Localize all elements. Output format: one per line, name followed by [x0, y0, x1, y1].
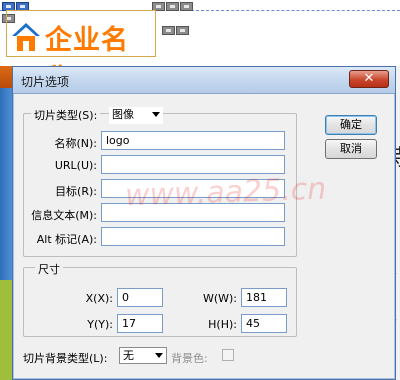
dialog-title: 切片选项	[21, 75, 70, 89]
message-field[interactable]	[101, 203, 285, 222]
chevron-down-icon	[152, 112, 160, 117]
h-label: H(H):	[208, 318, 237, 331]
name-field-value: logo	[106, 134, 130, 147]
chevron-down-icon	[155, 353, 163, 358]
bg-color-label: 背景色:	[171, 352, 208, 365]
close-button[interactable]: ✕	[349, 70, 389, 88]
slice-type-label: 切片类型(S):	[31, 107, 101, 123]
name-field[interactable]: logo	[101, 131, 285, 150]
y-field[interactable]: 17	[117, 314, 163, 333]
y-label: Y(Y):	[87, 318, 113, 331]
w-field[interactable]: 181	[241, 288, 287, 307]
size-legend: 尺寸	[35, 261, 63, 277]
url-label: URL(U):	[54, 159, 97, 172]
cancel-button[interactable]: 取消	[325, 139, 377, 159]
background-left-stripe	[0, 280, 12, 380]
bg-color-swatch[interactable]	[222, 349, 234, 361]
house-logo-icon	[12, 23, 40, 51]
message-label: 信息文本(M):	[31, 209, 97, 222]
bg-type-label: 切片背景类型(L):	[23, 352, 108, 365]
x-label: X(X):	[85, 292, 113, 305]
y-field-value: 17	[122, 317, 136, 330]
x-field-value: 0	[122, 291, 129, 304]
w-field-value: 181	[246, 291, 267, 304]
name-label: 名称(N):	[54, 137, 97, 150]
bg-type-select[interactable]: 无	[119, 347, 167, 364]
x-field[interactable]: 0	[117, 288, 163, 307]
target-label: 目标(R):	[55, 185, 97, 198]
alt-field[interactable]	[101, 227, 285, 246]
slice-marker-icon[interactable]	[166, 2, 179, 11]
slice-marker-icon[interactable]	[180, 2, 193, 11]
bg-type-value: 无	[123, 349, 134, 362]
h-field-value: 45	[246, 317, 260, 330]
target-field[interactable]	[101, 179, 285, 198]
slice-options-dialog: 切片选项 ✕ 切片类型(S): 图像 名称(N): logo URL(U): 目…	[12, 66, 396, 380]
close-icon: ✕	[363, 71, 375, 86]
alt-label: Alt 标记(A):	[36, 233, 97, 246]
logo-slice[interactable]: 企业名称	[6, 10, 156, 95]
slice-type-value: 图像	[112, 108, 134, 121]
slice-marker-icon[interactable]	[162, 26, 175, 35]
slice-marker-icon[interactable]	[176, 26, 189, 35]
ok-button[interactable]: 确定	[325, 115, 377, 135]
dialog-titlebar[interactable]: 切片选项 ✕	[13, 67, 395, 94]
w-label: W(W):	[202, 292, 237, 305]
url-field[interactable]	[101, 155, 285, 174]
slice-type-select[interactable]: 图像	[109, 107, 163, 124]
h-field[interactable]: 45	[241, 314, 287, 333]
